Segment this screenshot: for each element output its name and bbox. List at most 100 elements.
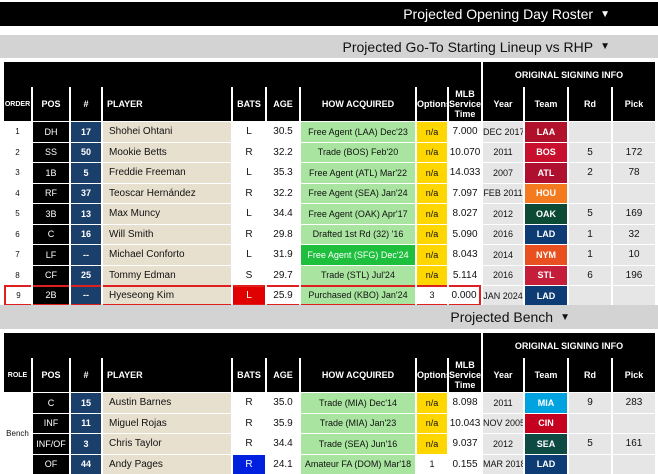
player-name: Miguel Rojas: [103, 413, 231, 434]
lineup-title-bar[interactable]: Projected Go-To Starting Lineup vs RHP ▼: [0, 35, 658, 58]
col-options: Options: [417, 358, 447, 392]
team-badge: LAD: [525, 285, 567, 306]
age-cell: 34.4: [267, 203, 299, 224]
round-cell: 9: [569, 392, 611, 413]
signing-info-header: ORIGINAL SIGNING INFO: [483, 333, 655, 358]
caret-down-icon[interactable]: ▼: [560, 312, 570, 323]
lineup-row[interactable]: 7LF--Michael ConfortoL31.9Free Agent (SF…: [4, 244, 655, 265]
col-how-acquired: HOW ACQUIRED: [301, 87, 415, 121]
caret-down-icon[interactable]: ▼: [600, 41, 610, 52]
lineup-row[interactable]: 1DH17Shohei OhtaniL30.5Free Agent (LAA) …: [4, 121, 655, 142]
bats-cell: R: [233, 392, 265, 413]
number-cell: 11: [71, 413, 101, 434]
pos-cell: INF: [33, 413, 69, 434]
lineup-row[interactable]: 31B5Freddie FreemanL35.3Free Agent (ATL)…: [4, 162, 655, 183]
pick-cell: 169: [613, 203, 655, 224]
pos-cell: C: [33, 224, 69, 245]
lineup-row[interactable]: 4RF37Teoscar HernándezR32.2Free Agent (S…: [4, 183, 655, 204]
lineup-row[interactable]: 2SS50Mookie BettsR32.2Trade (BOS) Feb'20…: [4, 142, 655, 163]
pos-cell: SS: [33, 142, 69, 163]
signing-year-cell: DEC 2017: [483, 121, 523, 142]
round-cell: 5: [569, 142, 611, 163]
options-cell: n/a: [417, 413, 447, 434]
pick-cell: 32: [613, 224, 655, 245]
how-acquired-cell: Free Agent (SFG) Dec'24: [301, 244, 415, 265]
number-cell: --: [71, 285, 101, 306]
team-badge: OAK: [525, 203, 567, 224]
age-cell: 34.4: [267, 433, 299, 454]
service-time-cell: 5.090: [449, 224, 481, 245]
age-cell: 25.9: [267, 285, 299, 306]
how-acquired-cell: Free Agent (ATL) Mar'22: [301, 162, 415, 183]
lineup-row[interactable]: 53B13Max MuncyL34.4Free Agent (OAK) Apr'…: [4, 203, 655, 224]
roster-title-bar[interactable]: Projected Opening Day Roster ▼: [0, 2, 658, 26]
bench-row[interactable]: INF11Miguel RojasR35.9Trade (MIA) Jan'23…: [4, 413, 655, 434]
col-service: MLB Service Time: [449, 87, 481, 121]
col-pos: POS: [33, 358, 69, 392]
round-cell: [569, 285, 611, 306]
col-bats: BATS: [233, 358, 265, 392]
options-cell: n/a: [417, 265, 447, 286]
options-cell: n/a: [417, 244, 447, 265]
age-cell: 35.9: [267, 413, 299, 434]
service-time-cell: 7.000: [449, 121, 481, 142]
options-cell: n/a: [417, 121, 447, 142]
lineup-body: 1DH17Shohei OhtaniL30.5Free Agent (LAA) …: [4, 121, 655, 306]
col-team: Team: [525, 87, 567, 121]
round-cell: 2: [569, 162, 611, 183]
number-cell: 13: [71, 203, 101, 224]
service-time-cell: 10.070: [449, 142, 481, 163]
pick-cell: 283: [613, 392, 655, 413]
bench-body: BenchC15Austin BarnesR35.0Trade (MIA) De…: [4, 392, 655, 474]
signing-year-cell: 2007: [483, 162, 523, 183]
service-time-cell: 8.043: [449, 244, 481, 265]
age-cell: 32.2: [267, 142, 299, 163]
caret-down-icon[interactable]: ▼: [600, 9, 610, 20]
how-acquired-cell: Free Agent (SEA) Jan'24: [301, 183, 415, 204]
team-badge: LAA: [525, 121, 567, 142]
order-cell: 7: [4, 244, 31, 265]
options-cell: n/a: [417, 142, 447, 163]
pick-cell: [613, 121, 655, 142]
lineup-row[interactable]: 6C16Will SmithR29.8Drafted 1st Rd (32) '…: [4, 224, 655, 245]
how-acquired-cell: Trade (BOS) Feb'20: [301, 142, 415, 163]
bench-title-bar[interactable]: Projected Bench ▼: [0, 305, 658, 329]
how-acquired-cell: Trade (STL) Jul'24: [301, 265, 415, 286]
col-year: Year: [483, 358, 523, 392]
options-cell: 3: [417, 285, 447, 306]
pos-cell: DH: [33, 121, 69, 142]
lineup-row[interactable]: 8CF25Tommy EdmanS29.7Trade (STL) Jul'24n…: [4, 265, 655, 286]
pos-cell: RF: [33, 183, 69, 204]
service-time-cell: 8.098: [449, 392, 481, 413]
options-cell: n/a: [417, 433, 447, 454]
bats-cell: R: [233, 224, 265, 245]
round-cell: 5: [569, 433, 611, 454]
bench-row[interactable]: BenchC15Austin BarnesR35.0Trade (MIA) De…: [4, 392, 655, 413]
col-player: PLAYER: [103, 358, 231, 392]
col-bats: BATS: [233, 87, 265, 121]
order-cell: 2: [4, 142, 31, 163]
signing-year-cell: NOV 2005: [483, 413, 523, 434]
col-pick: Pick: [613, 87, 655, 121]
signing-year-cell: 2011: [483, 142, 523, 163]
number-cell: 50: [71, 142, 101, 163]
pick-cell: [613, 285, 655, 306]
service-time-cell: 7.097: [449, 183, 481, 204]
options-cell: n/a: [417, 162, 447, 183]
signing-info-header: ORIGINAL SIGNING INFO: [483, 62, 655, 87]
signing-year-cell: 2014: [483, 244, 523, 265]
bats-cell: S: [233, 265, 265, 286]
col-pick: Pick: [613, 358, 655, 392]
player-name: Shohei Ohtani: [103, 121, 231, 142]
age-cell: 35.0: [267, 392, 299, 413]
col-age: AGE: [267, 358, 299, 392]
bench-row[interactable]: INF/OF3Chris TaylorR34.4Trade (SEA) Jun'…: [4, 433, 655, 454]
col-rd: Rd: [569, 358, 611, 392]
order-cell: 8: [4, 265, 31, 286]
round-cell: [569, 121, 611, 142]
col-pos: POS: [33, 87, 69, 121]
how-acquired-cell: Free Agent (LAA) Dec'23: [301, 121, 415, 142]
signing-year-cell: 2012: [483, 203, 523, 224]
lineup-row[interactable]: 92B--Hyeseong KimL25.9Purchased (KBO) Ja…: [4, 285, 655, 306]
player-name: Mookie Betts: [103, 142, 231, 163]
